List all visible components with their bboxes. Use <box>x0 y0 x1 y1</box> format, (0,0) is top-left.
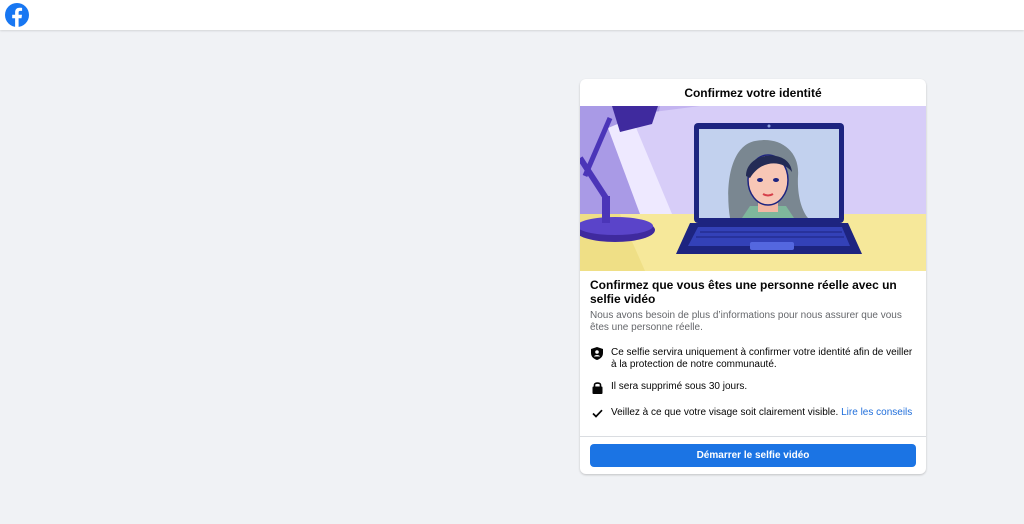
start-video-selfie-button[interactable]: Démarrer le selfie vidéo <box>590 444 916 467</box>
info-item-visibility: Veillez à ce que votre visage soit clair… <box>590 406 916 420</box>
facebook-logo-icon[interactable] <box>5 3 29 27</box>
dialog-content: Confirmez que vous êtes une personne rée… <box>590 278 916 418</box>
dialog-subtitle: Nous avons besoin de plus d’informations… <box>590 310 902 333</box>
lock-icon <box>590 380 604 394</box>
top-navigation-bar <box>0 0 1024 30</box>
dialog-title: Confirmez que vous êtes une personne rée… <box>590 278 897 306</box>
identity-verification-dialog: Confirmez votre identité Confirmez que v… <box>580 79 926 474</box>
person-on-laptop-video-selfie-illustration <box>580 106 926 271</box>
info-item-deletion: Il sera supprimé sous 30 jours. <box>590 380 916 394</box>
read-tips-link[interactable]: Lire les conseils <box>841 407 912 418</box>
checkmark-icon <box>590 406 604 420</box>
info-item-purpose-text: Ce selfie servira uniquement à confirmer… <box>611 347 913 370</box>
info-item-deletion-text: Il sera supprimé sous 30 jours. <box>611 381 748 392</box>
shield-person-icon <box>590 346 604 360</box>
info-item-visibility-text: Veillez à ce que votre visage soit clair… <box>611 407 839 418</box>
footer-divider <box>580 436 926 437</box>
dialog-header-title: Confirmez votre identité <box>580 79 926 107</box>
info-item-purpose: Ce selfie servira uniquement à confirmer… <box>590 346 916 371</box>
